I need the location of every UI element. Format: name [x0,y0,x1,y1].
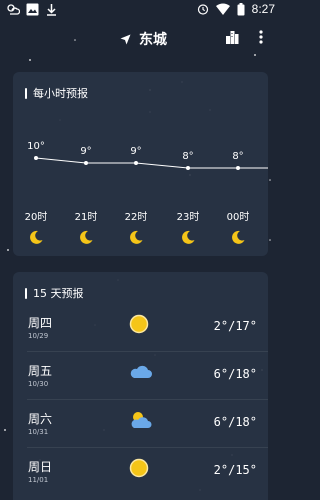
day-temp-range: 6°/18° [213,367,257,381]
hourly-hour-label: 22时 [124,212,148,223]
status-time: 8:27 [251,2,275,16]
hourly-hour-label: 23时 [176,212,200,223]
day-date: 10/29 [28,332,49,340]
hourly-hour-label: 21时 [74,212,98,223]
status-bar: 8:27 [0,0,281,20]
day-temp-range: 6°/18° [213,415,257,429]
alarm-icon [197,4,208,15]
daily-title: 15 天预报 [25,285,84,301]
moon-icon [129,230,144,249]
day-name: 周五 [28,364,53,378]
hourly-temp-point [236,166,240,170]
hourly-temp-point [84,161,88,165]
daily-forecast-row[interactable]: 周五 10/30 6°/18° [13,352,268,400]
daily-forecast-row[interactable]: 周日 11/01 2°/15° [13,448,268,496]
city-name: 东城 [139,32,167,48]
moon-icon [181,230,196,249]
daily-forecast-card: 15 天预报 周四 10/29 2°/17° 周五 10/30 6°/18° 周六 10/31… [13,272,268,500]
moon-icon [231,230,246,249]
sun-icon [129,458,149,482]
hourly-temp-label: 9° [130,146,142,157]
weather-icon [7,4,20,15]
daily-forecast-row[interactable]: 周六 10/31 6°/18° [13,400,268,448]
hourly-temp-label: 8° [182,151,194,162]
day-name: 周日 [28,460,53,474]
daily-forecast-row[interactable]: 周四 10/29 2°/17° [13,304,268,352]
hourly-temp-label: 10° [27,141,45,152]
day-name: 周四 [28,316,53,330]
image-icon [26,3,39,16]
day-date: 11/01 [28,476,49,484]
sun-icon [129,314,149,338]
battery-icon [237,2,245,15]
daily-title-text: 15 天预报 [33,287,84,300]
moon-icon [29,230,44,249]
cloud-icon [129,362,153,386]
hourly-hour-label: 20时 [24,212,48,223]
day-date: 10/30 [28,380,49,388]
title-accent-bar [25,287,27,299]
hourly-temp-label: 8° [232,151,244,162]
day-temp-range: 2°/15° [213,463,257,477]
day-temp-range: 2°/17° [213,319,257,333]
download-icon [47,4,56,16]
hourly-hour-label: 00时 [226,212,250,223]
navigation-arrow-icon [120,34,131,44]
day-name: 周六 [28,412,53,426]
city-buildings-icon[interactable] [225,30,239,44]
hourly-temp-label: 9° [80,146,92,157]
hourly-temp-point [34,156,38,160]
wifi-icon [215,3,230,15]
day-date: 10/31 [28,428,49,436]
partly-cloudy-icon [129,410,153,434]
hourly-temp-point [134,161,138,165]
more-vert-icon[interactable] [259,30,263,44]
hourly-forecast-card: 每小时预报 10° 20时 9° 21时 9° 22时 8° 23时 8° 00时 [13,72,268,256]
hourly-temp-point [186,166,190,170]
location-selector[interactable]: 东城 [120,29,167,49]
hourly-temperature-line [34,156,268,170]
app-header: 东城 [0,26,281,52]
moon-icon [79,230,94,249]
